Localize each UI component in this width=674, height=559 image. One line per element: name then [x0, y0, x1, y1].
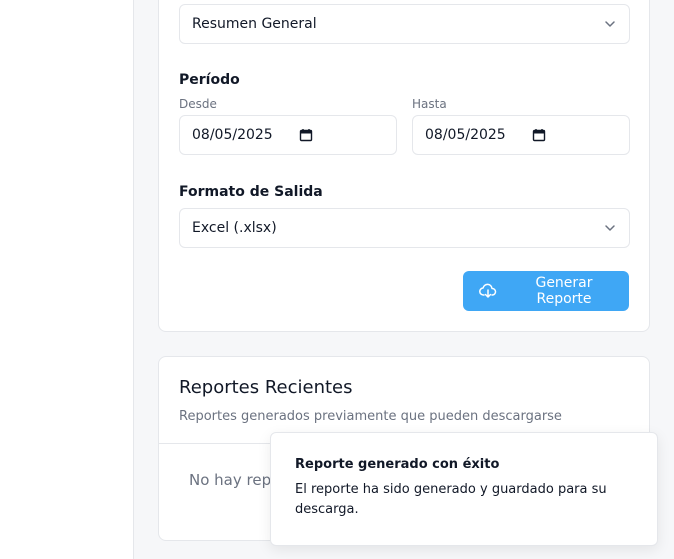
to-label: Hasta [412, 97, 447, 111]
generate-report-button[interactable]: Generar Reporte [463, 271, 629, 311]
generate-report-label: Generar Reporte [535, 275, 593, 307]
calendar-icon[interactable] [299, 128, 313, 142]
report-type-value: Resumen General [192, 16, 317, 32]
calendar-icon[interactable] [532, 128, 546, 142]
format-value: Excel (.xlsx) [192, 220, 277, 236]
period-label: Período [179, 72, 240, 88]
cloud-download-icon [479, 282, 497, 300]
format-select[interactable]: Excel (.xlsx) [179, 208, 630, 248]
recent-reports-subtitle: Reportes generados previamente que puede… [179, 409, 562, 424]
from-label: Desde [179, 97, 217, 111]
success-toast[interactable]: Reporte generado con éxito El reporte ha… [270, 432, 658, 546]
chevron-down-icon [603, 17, 617, 31]
sidebar [0, 0, 134, 559]
chevron-down-icon [603, 221, 617, 235]
empty-state-text: No hay repo [189, 471, 281, 489]
report-type-select[interactable]: Resumen General [179, 4, 630, 44]
toast-title: Reporte generado con éxito [295, 457, 500, 472]
from-date-input[interactable]: 08/05/2025 [179, 115, 397, 155]
to-date-value: 08/05/2025 [425, 127, 506, 143]
format-label: Formato de Salida [179, 184, 323, 200]
toast-description: El reporte ha sido generado y guardado p… [295, 482, 607, 517]
recent-reports-title: Reportes Recientes [179, 377, 353, 398]
to-date-input[interactable]: 08/05/2025 [412, 115, 630, 155]
from-date-value: 08/05/2025 [192, 127, 273, 143]
